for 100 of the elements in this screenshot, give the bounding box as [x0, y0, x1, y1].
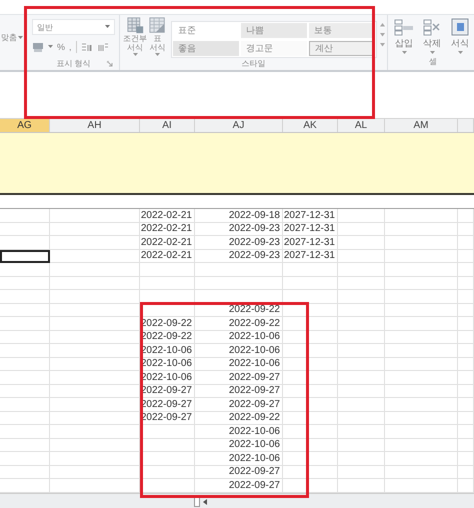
empty-cell[interactable]	[50, 466, 140, 479]
empty-cell[interactable]	[50, 263, 140, 276]
date-cell[interactable]: 2027-12-31	[283, 222, 338, 236]
empty-cell[interactable]	[338, 209, 385, 222]
empty-cell[interactable]	[458, 425, 474, 438]
column-header[interactable]: AG	[0, 119, 50, 132]
column-header[interactable]: AH	[50, 119, 140, 132]
empty-cell[interactable]	[0, 209, 50, 222]
empty-cell[interactable]	[0, 358, 50, 371]
empty-cell[interactable]	[283, 398, 338, 412]
empty-cell[interactable]	[50, 371, 140, 384]
empty-cell[interactable]	[283, 384, 338, 398]
empty-cell[interactable]	[283, 425, 338, 438]
date-cell[interactable]: 2022-09-27	[195, 466, 283, 479]
date-cell[interactable]: 2022-09-22	[140, 330, 195, 344]
empty-cell[interactable]	[50, 344, 140, 358]
empty-cell[interactable]	[385, 236, 458, 250]
empty-cell[interactable]	[0, 371, 50, 384]
date-cell[interactable]: 2022-09-27	[195, 371, 283, 384]
empty-cell[interactable]	[50, 398, 140, 412]
empty-cell[interactable]	[338, 412, 385, 425]
date-cell[interactable]: 2022-09-23	[195, 222, 283, 236]
empty-cell[interactable]	[458, 276, 474, 290]
decrease-decimal-icon[interactable]	[96, 42, 109, 52]
delete-cells-button[interactable]: 삭제	[420, 17, 444, 56]
column-header[interactable]: AK	[283, 119, 338, 132]
insert-cells-button[interactable]: 삽입	[392, 17, 416, 56]
empty-cell[interactable]	[385, 412, 458, 425]
empty-cell[interactable]	[338, 330, 385, 344]
date-cell[interactable]: 2022-10-06	[140, 344, 195, 358]
empty-cell[interactable]	[50, 438, 140, 452]
empty-cell[interactable]	[0, 344, 50, 358]
increase-decimal-icon[interactable]	[80, 42, 93, 52]
empty-cell[interactable]	[385, 209, 458, 222]
empty-cell[interactable]	[338, 290, 385, 304]
date-cell[interactable]: 2022-10-06	[195, 330, 283, 344]
empty-cell[interactable]	[385, 317, 458, 330]
column-header[interactable]: AJ	[195, 119, 283, 132]
empty-cell[interactable]	[338, 398, 385, 412]
date-cell[interactable]: 2022-02-21	[140, 236, 195, 250]
empty-cell[interactable]	[283, 344, 338, 358]
scroll-left-icon[interactable]	[203, 498, 208, 504]
empty-cell[interactable]	[0, 263, 50, 276]
empty-cell[interactable]	[50, 290, 140, 304]
empty-cell[interactable]	[338, 236, 385, 250]
date-cell[interactable]: 2022-02-21	[140, 222, 195, 236]
empty-cell[interactable]	[338, 466, 385, 479]
empty-cell[interactable]	[0, 466, 50, 479]
empty-cell[interactable]	[338, 263, 385, 276]
format-cells-button[interactable]: 서식	[448, 17, 472, 56]
empty-cell[interactable]	[50, 276, 140, 290]
empty-cell[interactable]	[283, 412, 338, 425]
empty-cell[interactable]	[338, 276, 385, 290]
empty-cell[interactable]	[458, 358, 474, 371]
empty-cell[interactable]	[385, 290, 458, 304]
empty-cell[interactable]	[140, 425, 195, 438]
empty-cell[interactable]	[385, 276, 458, 290]
date-cell[interactable]: 2027-12-31	[283, 236, 338, 250]
empty-cell[interactable]	[195, 276, 283, 290]
empty-cell[interactable]	[0, 452, 50, 466]
empty-cell[interactable]	[458, 384, 474, 398]
caret-icon[interactable]	[105, 25, 110, 29]
empty-cell[interactable]	[385, 358, 458, 371]
empty-cell[interactable]	[458, 250, 474, 263]
date-cell[interactable]: 2022-09-18	[195, 209, 283, 222]
empty-cell[interactable]	[385, 344, 458, 358]
date-cell[interactable]: 2022-09-23	[195, 250, 283, 263]
empty-cell[interactable]	[458, 330, 474, 344]
empty-cell[interactable]	[338, 438, 385, 452]
empty-cell[interactable]	[385, 304, 458, 317]
empty-cell[interactable]	[283, 317, 338, 330]
empty-cell[interactable]	[0, 276, 50, 290]
empty-cell[interactable]	[458, 263, 474, 276]
empty-cell[interactable]	[338, 222, 385, 236]
date-cell[interactable]: 2022-10-06	[195, 344, 283, 358]
empty-cell[interactable]	[283, 263, 338, 276]
empty-cell[interactable]	[385, 384, 458, 398]
empty-cell[interactable]	[283, 330, 338, 344]
scroll-up-icon[interactable]	[380, 23, 385, 27]
empty-cell[interactable]	[458, 290, 474, 304]
empty-cell[interactable]	[0, 317, 50, 330]
empty-cell[interactable]	[195, 263, 283, 276]
date-cell[interactable]: 2022-09-22	[195, 412, 283, 425]
empty-cell[interactable]	[283, 304, 338, 317]
empty-cell[interactable]	[50, 304, 140, 317]
date-cell[interactable]: 2027-12-31	[283, 209, 338, 222]
empty-cell[interactable]	[458, 236, 474, 250]
empty-cell[interactable]	[50, 236, 140, 250]
empty-cell[interactable]	[385, 222, 458, 236]
date-cell[interactable]: 2022-10-06	[140, 371, 195, 384]
date-cell[interactable]: 2022-10-06	[195, 358, 283, 371]
date-cell[interactable]: 2022-09-27	[140, 384, 195, 398]
empty-cell[interactable]	[458, 466, 474, 479]
date-cell[interactable]: 2022-10-06	[195, 452, 283, 466]
empty-cell[interactable]	[140, 452, 195, 466]
date-cell[interactable]: 2022-09-23	[195, 236, 283, 250]
empty-cell[interactable]	[385, 466, 458, 479]
empty-cell[interactable]	[338, 304, 385, 317]
empty-cell[interactable]	[458, 304, 474, 317]
empty-cell[interactable]	[283, 358, 338, 371]
